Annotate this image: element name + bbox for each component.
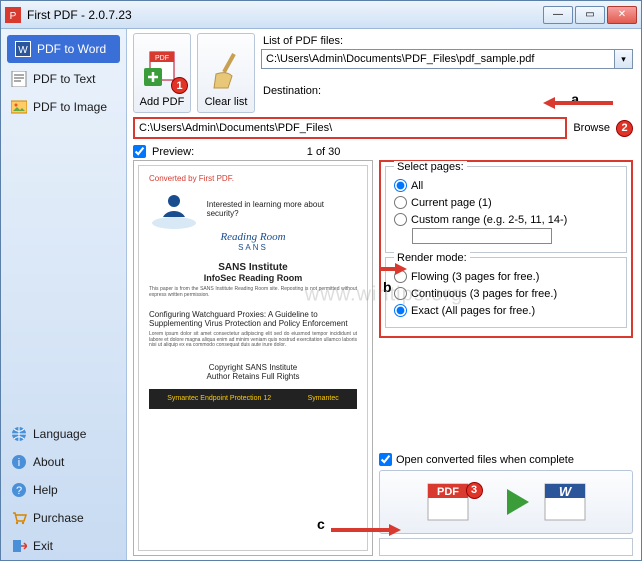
arrow-a bbox=[543, 95, 613, 111]
sidebar-label: PDF to Text bbox=[33, 72, 95, 86]
banner-right: Symantec bbox=[308, 395, 339, 402]
help-icon: ? bbox=[11, 482, 27, 498]
article-body: Lorem ipsum dolor sit amet consectetur a… bbox=[149, 332, 357, 349]
sidebar-label: PDF to Image bbox=[33, 100, 107, 114]
button-label: Clear list bbox=[205, 96, 248, 108]
sidebar-item-about[interactable]: i About bbox=[1, 448, 126, 476]
rr-title: Reading Room bbox=[220, 231, 285, 243]
marker-2: 2 bbox=[616, 120, 633, 137]
sidebar-item-exit[interactable]: Exit bbox=[1, 532, 126, 560]
page-banner: Symantec Endpoint Protection 12 Symantec bbox=[149, 389, 357, 409]
sidebar-item-pdf-to-image[interactable]: PDF to Image bbox=[1, 93, 126, 121]
options-highlight: Select pages: All Current page (1) Custo… bbox=[379, 160, 633, 338]
svg-text:W: W bbox=[18, 45, 28, 56]
article-title: Configuring Watchguard Proxies: A Guidel… bbox=[149, 310, 357, 328]
select-pages-group: Select pages: All Current page (1) Custo… bbox=[385, 166, 627, 253]
browse-button[interactable]: Browse bbox=[573, 122, 610, 134]
image-icon bbox=[11, 99, 27, 115]
preview-checkbox[interactable] bbox=[133, 145, 146, 158]
svg-text:W: W bbox=[558, 484, 572, 499]
rr-sub: SANS bbox=[238, 243, 268, 252]
sidebar-item-pdf-to-text[interactable]: PDF to Text bbox=[1, 65, 126, 93]
radio-flowing[interactable]: Flowing (3 pages for free.) bbox=[394, 268, 618, 285]
list-label: List of PDF files: bbox=[263, 35, 633, 47]
open-converted-checkbox[interactable]: Open converted files when complete bbox=[379, 453, 633, 466]
banner-left: Symantec Endpoint Protection 12 bbox=[167, 395, 271, 402]
radio-continuous[interactable]: Continuous (3 pages for free.) bbox=[394, 285, 618, 302]
button-label: Add PDF bbox=[140, 96, 185, 108]
text-icon bbox=[11, 71, 27, 87]
radio-custom[interactable]: Custom range (e.g. 2-5, 11, 14-) bbox=[394, 211, 618, 228]
marker-3: 3 bbox=[466, 482, 483, 499]
pdf-source-icon: PDF bbox=[422, 478, 474, 526]
svg-text:P: P bbox=[10, 11, 17, 22]
app-icon: P bbox=[5, 7, 21, 23]
preview-label: Preview: bbox=[152, 146, 194, 158]
preview-pane: Converted by First PDF. Interested in le… bbox=[133, 160, 373, 556]
titlebar: P First PDF - 2.0.7.23 — ▭ ✕ bbox=[1, 1, 641, 29]
dropdown-caret[interactable]: ▾ bbox=[615, 49, 633, 69]
arrow-b bbox=[379, 261, 407, 277]
status-bar bbox=[379, 538, 633, 556]
exit-icon bbox=[11, 538, 27, 554]
play-icon bbox=[503, 487, 533, 517]
destination-input[interactable] bbox=[133, 117, 567, 139]
svg-text:PDF: PDF bbox=[155, 55, 169, 62]
render-mode-group: Render mode: Flowing (3 pages for free.)… bbox=[385, 257, 627, 328]
window-title: First PDF - 2.0.7.23 bbox=[27, 8, 543, 22]
copyright1: Copyright SANS Institute bbox=[209, 363, 297, 372]
custom-range-input[interactable] bbox=[412, 228, 552, 244]
arrow-c bbox=[331, 522, 401, 538]
annotation-c: c bbox=[317, 516, 325, 532]
convert-button[interactable]: PDF 3 W bbox=[379, 470, 633, 534]
page-h2: InfoSec Reading Room bbox=[204, 273, 303, 283]
word-icon: W bbox=[15, 41, 31, 57]
preview-page: Converted by First PDF. Interested in le… bbox=[138, 165, 368, 551]
sidebar-label: Purchase bbox=[33, 511, 84, 525]
marker-1: 1 bbox=[171, 77, 188, 94]
minimize-button[interactable]: — bbox=[543, 6, 573, 24]
sidebar-label: About bbox=[33, 455, 64, 469]
reading-room-logo bbox=[149, 187, 199, 231]
converted-stamp: Converted by First PDF. bbox=[149, 174, 234, 183]
cart-icon bbox=[11, 510, 27, 526]
svg-text:?: ? bbox=[16, 485, 22, 497]
word-target-icon: W bbox=[539, 478, 591, 526]
maximize-button[interactable]: ▭ bbox=[575, 6, 605, 24]
rr-side-text: Interested in learning more about securi… bbox=[207, 200, 357, 218]
copyright2: Author Retains Full Rights bbox=[207, 372, 300, 381]
sidebar-label: Language bbox=[33, 427, 86, 441]
info-icon: i bbox=[11, 454, 27, 470]
sidebar-item-help[interactable]: ? Help bbox=[1, 476, 126, 504]
broom-icon bbox=[206, 48, 246, 92]
radio-current[interactable]: Current page (1) bbox=[394, 194, 618, 211]
clear-list-button[interactable]: Clear list bbox=[197, 33, 255, 113]
svg-text:i: i bbox=[18, 457, 20, 469]
sidebar-label: PDF to Word bbox=[37, 42, 106, 56]
svg-text:PDF: PDF bbox=[437, 486, 459, 498]
globe-icon bbox=[11, 426, 27, 442]
sidebar: W PDF to Word PDF to Text PDF to Image L… bbox=[1, 29, 127, 560]
app-window: P First PDF - 2.0.7.23 — ▭ ✕ W PDF to Wo… bbox=[0, 0, 642, 561]
close-button[interactable]: ✕ bbox=[607, 6, 637, 24]
annotation-b: b bbox=[383, 279, 392, 295]
sidebar-item-language[interactable]: Language bbox=[1, 420, 126, 448]
file-list-input[interactable] bbox=[261, 49, 615, 69]
sidebar-item-pdf-to-word[interactable]: W PDF to Word bbox=[7, 35, 120, 63]
sidebar-label: Help bbox=[33, 483, 58, 497]
page-h1: SANS Institute bbox=[218, 262, 287, 273]
radio-all[interactable]: All bbox=[394, 177, 618, 194]
sidebar-label: Exit bbox=[33, 539, 53, 553]
radio-exact[interactable]: Exact (All pages for free.) bbox=[394, 302, 618, 319]
page-sub: This paper is from the SANS Institute Re… bbox=[149, 287, 357, 298]
main-panel: PDF 1 Add PDF Clear list List of PDF fil… bbox=[127, 29, 641, 560]
sidebar-item-purchase[interactable]: Purchase bbox=[1, 504, 126, 532]
select-pages-legend: Select pages: bbox=[394, 161, 467, 173]
page-indicator: 1 of 30 bbox=[200, 146, 447, 158]
add-pdf-button[interactable]: PDF 1 Add PDF bbox=[133, 33, 191, 113]
